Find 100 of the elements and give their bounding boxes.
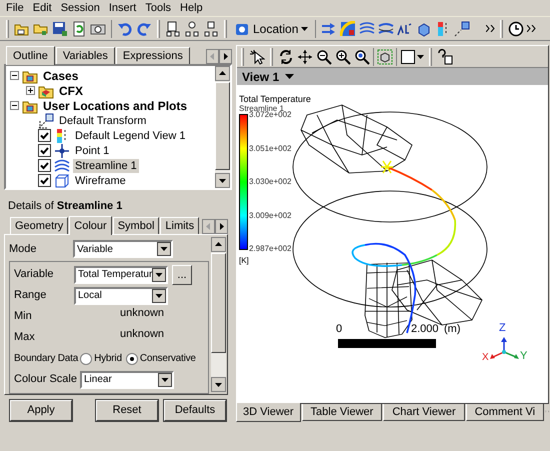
menu-item[interactable]: Insert <box>104 0 140 16</box>
dropdown[interactable]: Total Temperatur <box>74 266 168 284</box>
location-button[interactable]: Location <box>232 18 310 38</box>
checkbox[interactable] <box>38 144 51 157</box>
expand-icon[interactable] <box>26 86 35 95</box>
scroll-thumb[interactable] <box>215 82 230 170</box>
action-button[interactable]: Apply <box>10 400 72 421</box>
tree-item[interactable]: User Locations and Plots <box>41 98 190 112</box>
scroll-down-icon[interactable] <box>215 173 230 188</box>
radio-button[interactable] <box>80 352 92 364</box>
legend-value: 3.009e+002 <box>249 212 292 220</box>
dropdown[interactable]: Variable <box>73 240 173 258</box>
field-label: Variable <box>14 267 55 282</box>
scroll-thumb[interactable] <box>211 253 226 353</box>
viewport-layout-icon[interactable] <box>400 48 424 64</box>
tree-item[interactable]: Cases <box>41 68 80 82</box>
tab[interactable]: Limits <box>160 217 200 234</box>
field-value: unknown <box>120 306 164 322</box>
zoom-fit-icon[interactable] <box>354 48 370 64</box>
axis-label: X <box>482 353 489 363</box>
rotate-icon[interactable] <box>278 48 294 64</box>
refresh-document-icon[interactable] <box>71 20 87 36</box>
menu-item[interactable]: File <box>2 0 28 16</box>
radio-label[interactable]: Hybrid <box>94 351 122 366</box>
tab[interactable]: Variables <box>56 47 115 64</box>
pointer-icon[interactable] <box>249 48 265 64</box>
more-tools-icon[interactable] <box>486 25 496 32</box>
menu-item[interactable]: Tools <box>141 0 176 16</box>
legend-value: 3.030e+002 <box>249 178 292 186</box>
scrollbar[interactable] <box>215 66 230 188</box>
field-label: Boundary Data <box>14 352 78 366</box>
tab[interactable]: Geometry <box>10 217 68 234</box>
streamline-icon[interactable] <box>359 20 376 36</box>
tree-item[interactable]: Streamline 1 <box>73 158 139 172</box>
transform-icon <box>38 112 54 128</box>
scroll-up-icon[interactable] <box>215 66 230 81</box>
tab[interactable]: Comment Vi <box>466 404 544 421</box>
tab[interactable]: Symbol <box>112 217 160 234</box>
radio-button[interactable] <box>126 352 138 364</box>
zoom-in-icon[interactable] <box>335 48 351 64</box>
tree-item[interactable]: CFX <box>57 84 85 98</box>
save-icon[interactable] <box>52 20 68 36</box>
legend-value: 2.987e+002 <box>249 245 292 253</box>
field-label: Range <box>14 288 48 304</box>
clock-icon[interactable] <box>508 20 524 36</box>
collapse-icon[interactable] <box>10 71 19 80</box>
scale-label: 2.000 <box>411 322 439 337</box>
legend-value: 3.051e+002 <box>249 144 292 152</box>
text-label-icon[interactable] <box>397 20 414 36</box>
field-label: Max <box>14 330 36 346</box>
legend-subtitle: Streamline 1 <box>239 104 284 113</box>
vector-arrows-icon[interactable] <box>321 20 338 36</box>
scrollbar[interactable] <box>211 237 226 392</box>
tab[interactable]: 3D Viewer <box>236 403 301 422</box>
dropdown[interactable]: Linear <box>80 370 174 388</box>
streamline-alt-icon[interactable] <box>378 20 394 36</box>
checkbox[interactable] <box>38 174 51 187</box>
field-label: Mode <box>9 242 38 257</box>
tree-item[interactable]: Wireframe <box>73 174 128 188</box>
node-box-icon[interactable] <box>203 20 219 36</box>
more-tools-icon[interactable] <box>527 25 536 32</box>
dropdown[interactable]: Local <box>74 286 168 304</box>
field-label: Min <box>14 309 33 324</box>
wireframe-icon <box>54 172 70 188</box>
tab[interactable]: Table Viewer <box>302 404 382 421</box>
help-icon[interactable] <box>437 48 453 64</box>
nodes-icon[interactable] <box>184 20 200 36</box>
collapse-icon[interactable] <box>10 101 19 110</box>
tree-item[interactable]: Default Legend View 1 <box>73 128 188 142</box>
tab[interactable]: Colour <box>69 216 112 235</box>
redo-icon[interactable] <box>136 20 152 36</box>
menu-item[interactable]: Help <box>176 0 207 16</box>
tab[interactable]: Expressions <box>116 47 190 64</box>
tree-item[interactable]: Point 1 <box>73 144 112 158</box>
checkbox[interactable] <box>38 129 51 142</box>
action-button[interactable]: Reset <box>96 400 158 421</box>
cube-select-icon[interactable] <box>377 48 393 64</box>
zoom-icon[interactable] <box>316 48 332 64</box>
action-button[interactable]: Defaults <box>164 400 226 421</box>
checkbox[interactable] <box>38 159 51 172</box>
details-title: Details of Streamline 1 <box>8 199 124 213</box>
tab[interactable]: Chart Viewer <box>383 404 465 421</box>
field-label: Colour Scale <box>14 372 78 388</box>
browse-button[interactable]: ... <box>172 264 192 284</box>
scale-unit: (m) <box>444 322 460 337</box>
legend-unit: [K] <box>239 256 249 265</box>
undo-icon[interactable] <box>117 20 133 36</box>
radio-label[interactable]: Conservative <box>140 351 196 366</box>
contour-icon[interactable] <box>340 20 356 36</box>
dropdown-arrow-icon[interactable] <box>285 74 294 79</box>
tree-item[interactable]: Default Transform <box>57 114 148 128</box>
menu-item[interactable]: Edit <box>28 0 56 16</box>
axis-label: Y <box>520 350 528 362</box>
transform-icon[interactable] <box>454 20 470 36</box>
menu-item[interactable]: Session <box>56 0 104 16</box>
scroll-up-icon[interactable] <box>211 237 226 252</box>
pan-icon[interactable] <box>297 48 313 64</box>
tab[interactable]: Outline <box>6 46 55 65</box>
scroll-down-icon[interactable] <box>211 377 226 392</box>
axis-label: Z <box>499 322 506 334</box>
